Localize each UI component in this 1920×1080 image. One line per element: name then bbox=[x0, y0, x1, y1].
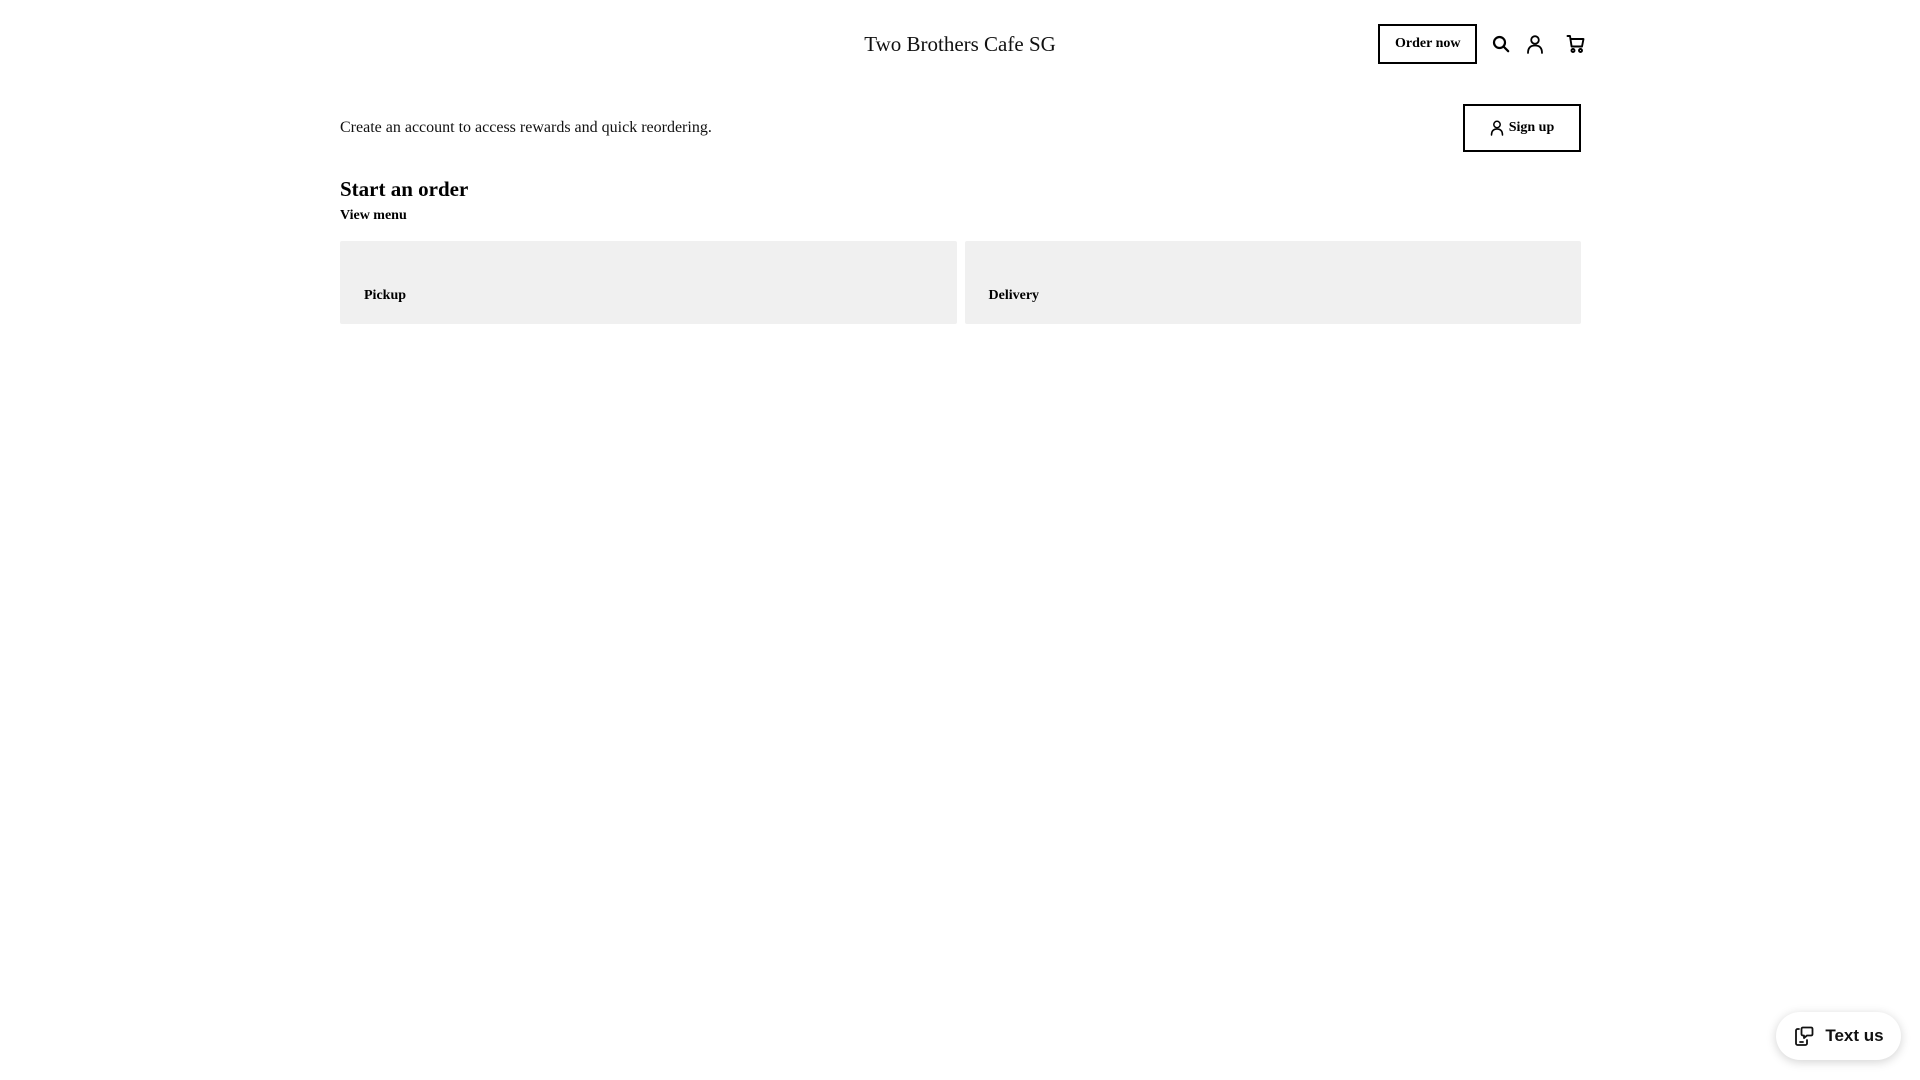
sign-up-button[interactable]: Sign up bbox=[1463, 104, 1581, 152]
search-icon[interactable] bbox=[1488, 31, 1514, 57]
main-content: Create an account to access rewards and … bbox=[340, 104, 1581, 324]
account-icon[interactable] bbox=[1522, 31, 1548, 57]
order-now-button[interactable]: Order now bbox=[1378, 24, 1478, 64]
start-order-section: Start an order View menu Pickup Delivery bbox=[340, 176, 1581, 324]
signup-prompt: Create an account to access rewards and … bbox=[340, 119, 712, 136]
pickup-label: Pickup bbox=[364, 288, 407, 303]
start-order-heading: Start an order bbox=[340, 177, 469, 201]
sign-up-label: Sign up bbox=[1508, 120, 1555, 135]
site-title-link[interactable]: Two Brothers Cafe SG bbox=[864, 32, 1056, 56]
text-us-button[interactable]: Text us bbox=[1776, 1012, 1901, 1060]
person-icon bbox=[1490, 120, 1504, 136]
site-title: Two Brothers Cafe SG bbox=[0, 30, 1920, 58]
order-type-options: Pickup Delivery bbox=[340, 241, 1581, 324]
chat-phone-icon bbox=[1793, 1025, 1815, 1047]
page: Two Brothers Cafe SG Order now Create an… bbox=[0, 0, 1920, 1080]
view-menu-link[interactable]: View menu bbox=[340, 207, 407, 225]
delivery-label: Delivery bbox=[988, 288, 1040, 303]
pickup-option[interactable]: Pickup bbox=[340, 241, 957, 324]
header-actions: Order now bbox=[1378, 24, 1589, 64]
text-us-label: Text us bbox=[1825, 1026, 1884, 1045]
site-header: Two Brothers Cafe SG Order now bbox=[0, 0, 1920, 86]
cart-icon[interactable] bbox=[1563, 31, 1589, 57]
signup-banner: Create an account to access rewards and … bbox=[340, 104, 1581, 152]
delivery-option[interactable]: Delivery bbox=[964, 241, 1581, 324]
